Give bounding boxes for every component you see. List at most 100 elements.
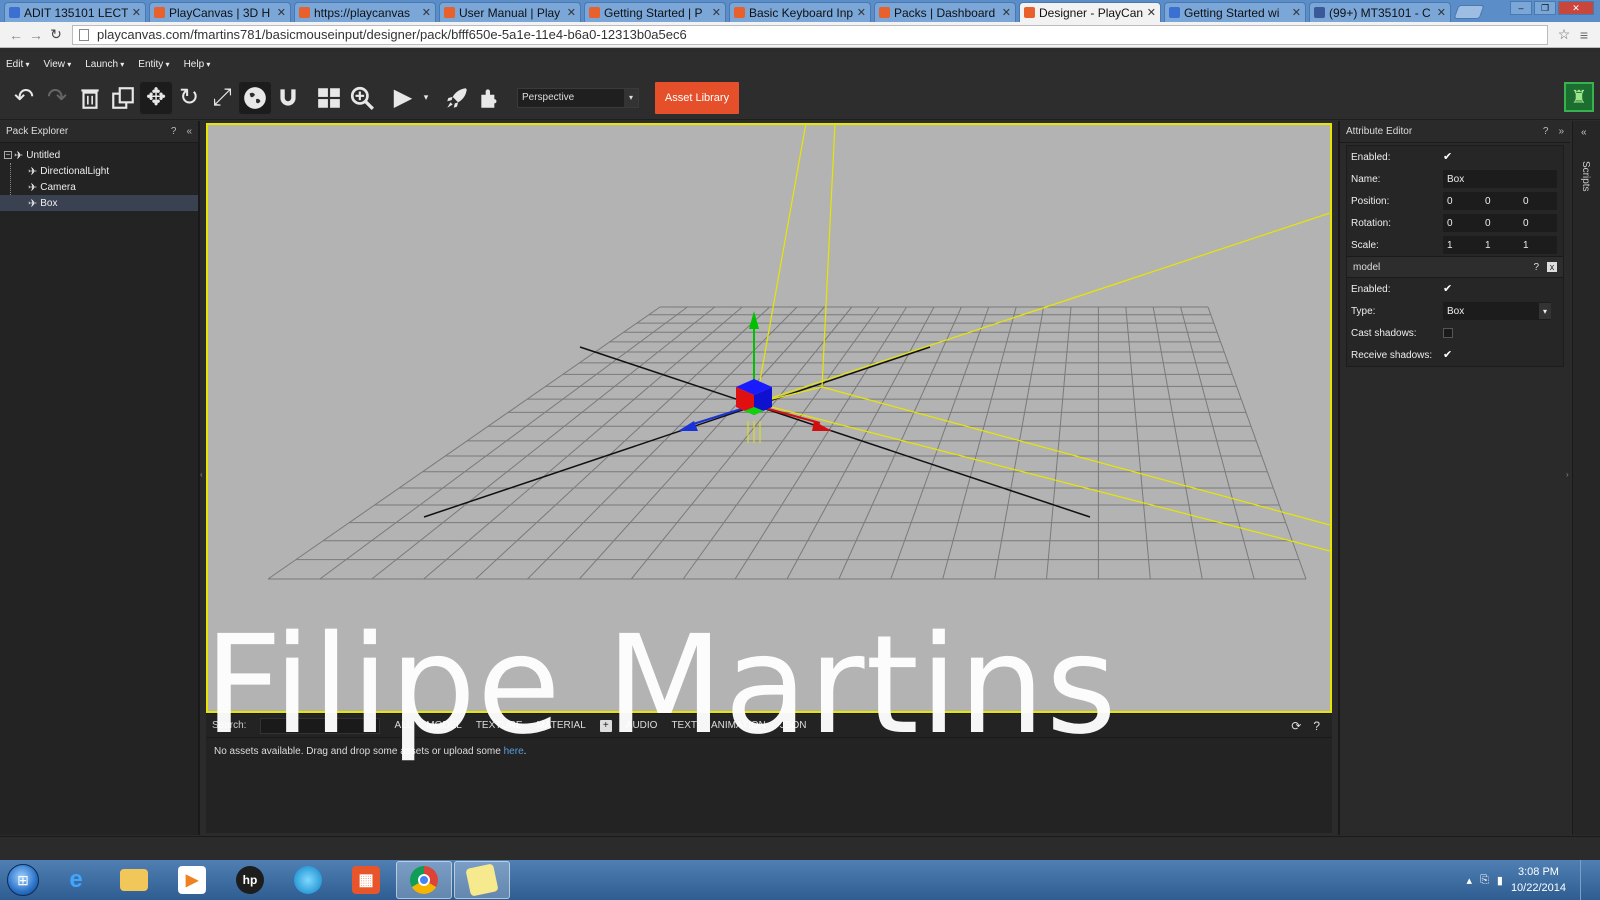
help-icon[interactable]: ? (171, 126, 177, 137)
undo-icon[interactable]: ↶ (8, 82, 40, 114)
browser-tab[interactable]: Basic Keyboard Inp ✕ (729, 2, 871, 22)
close-tab-icon[interactable]: ✕ (857, 6, 866, 19)
browser-tab[interactable]: (99+) MT35101 - C ✕ (1309, 2, 1451, 22)
position-z-field[interactable]: 0 (1519, 192, 1557, 210)
tree-item-directionallight[interactable]: ✈ DirectionalLight (0, 163, 198, 179)
menu-launch[interactable]: Launch (85, 59, 124, 70)
help-icon[interactable]: ? (1533, 262, 1539, 273)
start-button[interactable]: ⊞ (0, 860, 46, 900)
collapse-right-icon[interactable]: » (1558, 126, 1564, 137)
show-desktop-button[interactable] (1580, 860, 1590, 900)
minimize-button[interactable]: – (1510, 1, 1532, 15)
browser-tab[interactable]: User Manual | Play ✕ (439, 2, 581, 22)
forward-icon[interactable]: → (26, 27, 46, 43)
rotation-z-field[interactable]: 0 (1519, 214, 1557, 232)
zoom-icon[interactable] (346, 82, 378, 114)
file-explorer-icon[interactable] (106, 861, 162, 899)
browser-tab[interactable]: Getting Started | P ✕ (584, 2, 726, 22)
internet-explorer-icon[interactable]: e (48, 861, 104, 899)
redo-icon[interactable]: ↷ (41, 82, 73, 114)
tree-item-box[interactable]: ✈ Box (0, 195, 198, 211)
restore-button[interactable]: ❐ (1534, 1, 1556, 15)
reload-icon[interactable]: ↻ (46, 26, 66, 43)
media-player-icon[interactable]: ▶ (164, 861, 220, 899)
circle-app-icon[interactable] (280, 861, 336, 899)
browser-tab[interactable]: ADIT 135101 LECT ✕ (4, 2, 146, 22)
help-icon[interactable]: ? (1543, 126, 1549, 137)
hp-icon[interactable]: hp (222, 861, 278, 899)
scale-icon[interactable]: ⤢ (206, 82, 238, 114)
position-x-field[interactable]: 0 (1443, 192, 1481, 210)
bookmark-star-icon[interactable]: ☆ (1554, 26, 1574, 43)
scale-z-field[interactable]: 1 (1519, 236, 1557, 254)
browser-tab-active[interactable]: Designer - PlayCan ✕ (1019, 2, 1161, 22)
new-tab-button[interactable] (1453, 5, 1485, 19)
browser-tab[interactable]: Getting Started wi ✕ (1164, 2, 1306, 22)
collapse-left-icon[interactable]: « (186, 126, 192, 137)
menu-entity[interactable]: Entity (138, 59, 169, 70)
left-resize-handle[interactable]: ‹ (200, 470, 204, 486)
publish-rocket-icon[interactable] (441, 82, 473, 114)
asset-library-button[interactable]: Asset Library (655, 81, 739, 114)
world-space-icon[interactable] (239, 81, 271, 114)
chrome-menu-icon[interactable]: ≡ (1574, 27, 1594, 43)
tree-item-camera[interactable]: ✈ Camera (0, 179, 198, 195)
scale-y-field[interactable]: 1 (1481, 236, 1519, 254)
scripts-panel-collapsed[interactable]: « Scripts (1572, 121, 1600, 835)
chrome-icon[interactable] (396, 861, 452, 899)
rotate-icon[interactable]: ↻ (173, 82, 205, 114)
close-tab-icon[interactable]: ✕ (422, 6, 431, 19)
help-icon[interactable]: ? (1313, 719, 1320, 733)
duplicate-icon[interactable] (107, 82, 139, 114)
menu-help[interactable]: Help (184, 59, 211, 70)
url-input[interactable]: playcanvas.com/fmartins781/basicmouseinp… (72, 24, 1548, 45)
cast-shadows-checkbox[interactable] (1443, 328, 1453, 338)
model-type-select[interactable]: Box ▾ (1443, 302, 1551, 320)
close-tab-icon[interactable]: ✕ (1002, 6, 1011, 19)
show-hidden-icons-icon[interactable]: ▴ (1467, 874, 1473, 887)
close-tab-icon[interactable]: ✕ (1147, 6, 1156, 19)
model-enabled-checkbox[interactable]: ✔ (1443, 284, 1453, 295)
menu-edit[interactable]: Edit (6, 59, 29, 70)
translate-icon[interactable]: ✥ (140, 81, 172, 114)
tree-item-root[interactable]: − ✈ Untitled (0, 147, 198, 163)
back-icon[interactable]: ← (6, 27, 26, 43)
rotation-x-field[interactable]: 0 (1443, 214, 1481, 232)
browser-tab[interactable]: PlayCanvas | 3D H ✕ (149, 2, 291, 22)
browser-tab[interactable]: Packs | Dashboard ✕ (874, 2, 1016, 22)
play-icon[interactable]: ▶ (387, 82, 419, 114)
close-tab-icon[interactable]: ✕ (277, 6, 286, 19)
close-tab-icon[interactable]: ✕ (567, 6, 576, 19)
rotation-y-field[interactable]: 0 (1481, 214, 1519, 232)
position-y-field[interactable]: 0 (1481, 192, 1519, 210)
close-tab-icon[interactable]: ✕ (132, 6, 141, 19)
close-tab-icon[interactable]: ✕ (712, 6, 721, 19)
expand-scripts-icon[interactable]: « (1581, 127, 1587, 138)
frustum-line (821, 125, 836, 388)
office-icon[interactable]: ▦ (338, 861, 394, 899)
play-options-chevron-icon[interactable]: ▾ (420, 82, 432, 114)
sticky-notes-icon[interactable] (454, 861, 510, 899)
enabled-checkbox[interactable]: ✔ (1443, 152, 1453, 163)
close-tab-icon[interactable]: ✕ (1437, 6, 1446, 19)
close-window-button[interactable]: ✕ (1558, 1, 1594, 15)
remove-component-icon[interactable]: x (1547, 261, 1557, 272)
refresh-icon[interactable]: ⟳ (1291, 719, 1301, 733)
clock[interactable]: 3:08 PM 10/22/2014 (1511, 864, 1566, 896)
snap-magnet-icon[interactable] (272, 82, 304, 114)
browser-tab[interactable]: https://playcanvas ✕ (294, 2, 436, 22)
name-field[interactable]: Box (1443, 170, 1557, 188)
menu-view[interactable]: View (43, 59, 71, 70)
close-tab-icon[interactable]: ✕ (1292, 6, 1301, 19)
network-adapter-icon[interactable]: ⎘ (1480, 874, 1489, 887)
right-resize-handle[interactable]: › (1566, 470, 1570, 479)
receive-shadows-checkbox[interactable]: ✔ (1443, 350, 1453, 361)
collapse-node-icon[interactable]: − (4, 151, 12, 159)
user-avatar-icon[interactable]: ♜ (1564, 82, 1594, 112)
script-puzzle-icon[interactable] (474, 82, 506, 114)
signal-icon[interactable]: ▮ (1497, 874, 1503, 887)
delete-icon[interactable] (74, 82, 106, 114)
grid-layout-icon[interactable] (313, 82, 345, 114)
scale-x-field[interactable]: 1 (1443, 236, 1481, 254)
camera-select[interactable]: Perspective ▾ (517, 87, 639, 108)
